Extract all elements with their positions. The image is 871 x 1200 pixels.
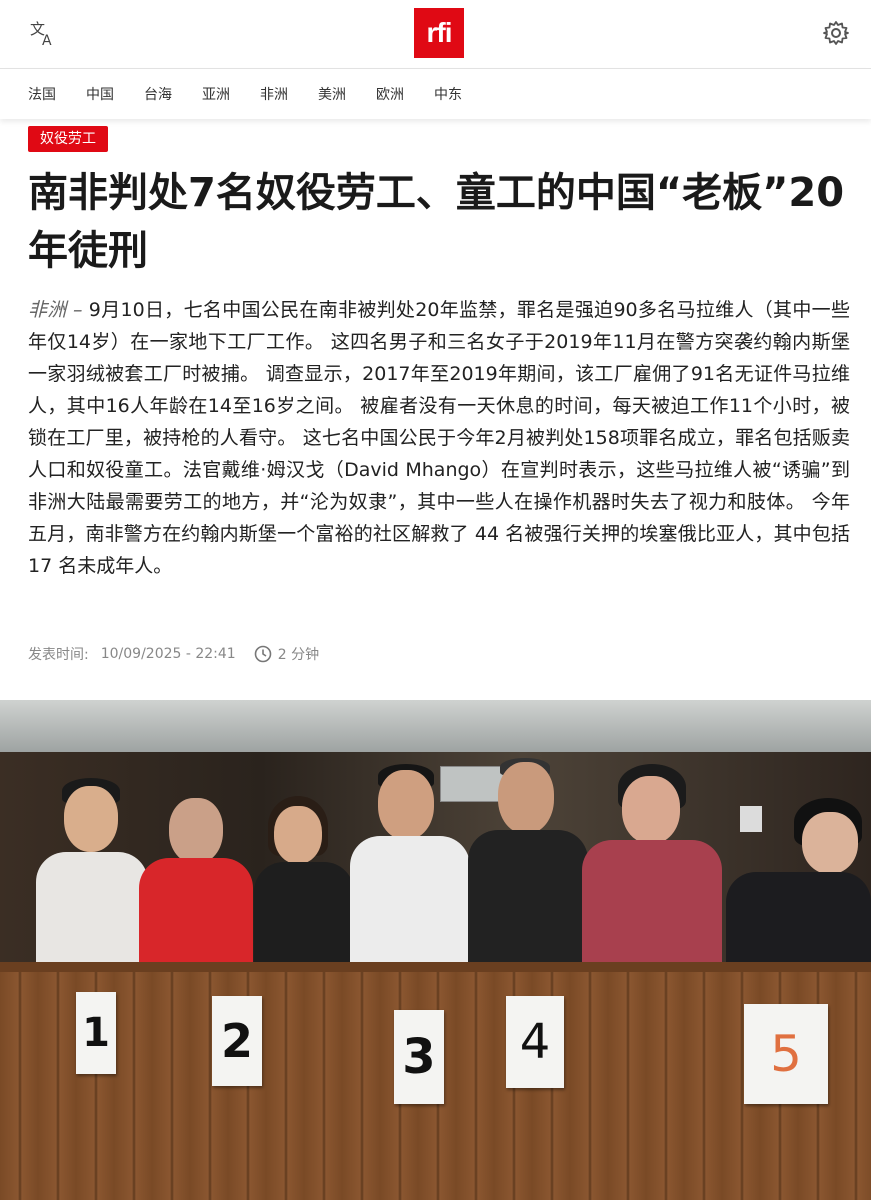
nav-item-china[interactable]: 中国 — [86, 84, 114, 104]
region-separator: – — [66, 299, 89, 321]
article-meta: 发表时间: 10/09/2025 - 22:41 2 分钟 — [28, 640, 319, 668]
placard-5: 5 — [744, 1004, 828, 1104]
translate-icon[interactable]: 文 A — [28, 18, 58, 48]
placard-3: 3 — [394, 1010, 444, 1104]
nav-item-africa[interactable]: 非洲 — [260, 84, 288, 104]
region-label[interactable]: 非洲 — [28, 299, 67, 321]
placard-4: 4 — [506, 996, 564, 1088]
placard-2: 2 — [212, 996, 262, 1086]
nav-item-taiwan-strait[interactable]: 台海 — [144, 84, 172, 104]
nav-item-americas[interactable]: 美洲 — [318, 84, 346, 104]
photo-ceiling — [0, 700, 871, 752]
svg-text:A: A — [42, 33, 52, 48]
article-title: 南非判处7名奴役劳工、童工的中国“老板”20年徒刑 — [28, 170, 845, 274]
article-lead: 非洲 – 9月10日，七名中国公民在南非被判处20年监禁，罪名是强迫90多名马拉… — [28, 294, 850, 582]
section-nav: 法国 中国 台海 亚洲 非洲 美洲 欧洲 中东 — [0, 69, 871, 119]
gear-icon[interactable] — [821, 18, 851, 48]
nav-item-middle-east[interactable]: 中东 — [434, 84, 462, 104]
rfi-logo[interactable]: rfi — [414, 8, 464, 58]
nav-item-france[interactable]: 法国 — [28, 84, 56, 104]
clock-icon — [254, 645, 272, 663]
placard-1: 1 — [76, 992, 116, 1074]
top-bar: 文 A rfi — [0, 0, 871, 69]
courtroom-photo: 1 2 3 4 5 — [0, 700, 871, 1200]
lead-text: 9月10日，七名中国公民在南非被判处20年监禁，罪名是强迫90多名马拉维人（其中… — [28, 299, 850, 577]
published-label: 发表时间: — [28, 647, 89, 663]
category-tag[interactable]: 奴役劳工 — [28, 126, 108, 152]
read-time: 2 分钟 — [277, 647, 320, 663]
nav-item-asia[interactable]: 亚洲 — [202, 84, 230, 104]
published-date: 10/09/2025 - 22:41 — [100, 646, 236, 662]
nav-item-europe[interactable]: 欧洲 — [376, 84, 404, 104]
